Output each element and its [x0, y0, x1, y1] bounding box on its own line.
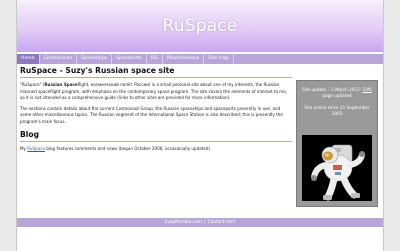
- nav-fill: [234, 54, 383, 64]
- intro-bold: Russian Space: [44, 82, 78, 87]
- intro-paragraph: "RuSpace" (Russian Spaceflight, космичес…: [20, 82, 292, 102]
- site-update-prefix: Site update – 3 March 2012:: [302, 87, 363, 92]
- tspk-link[interactable]: TsPK: [363, 87, 372, 92]
- main-content: RuSpace - Suzy's Russian space site "RuS…: [20, 66, 292, 153]
- astronaut-photo: [302, 135, 372, 201]
- nav-item-home[interactable]: Home: [17, 54, 40, 64]
- nav-item-spaceports[interactable]: Spaceports: [112, 54, 147, 64]
- site-update-line: Site update – 3 March 2012: TsPK page up…: [301, 87, 373, 99]
- main-nav: Home Cosmonauts Spaceships Spaceports IS…: [17, 54, 383, 64]
- nav-item-miscellaneous[interactable]: Miscellaneous: [163, 54, 205, 64]
- footer-home-link[interactable]: SuzyMcHale.com: [165, 220, 202, 225]
- site-title: RuSpace: [162, 16, 238, 36]
- site-header: RuSpace: [17, 0, 383, 52]
- intro-text-start: "RuSpace" (: [20, 82, 45, 87]
- blog-text-suffix: blog features comments and news (begun O…: [45, 146, 211, 151]
- footer-contact-link[interactable]: Contact me?: [208, 220, 236, 225]
- nav-item-cosmonauts[interactable]: Cosmonauts: [40, 54, 78, 64]
- nav-item-spaceships[interactable]: Spaceships: [77, 54, 112, 64]
- nav-item-site-map[interactable]: Site map: [204, 54, 234, 64]
- page: RuSpace Home Cosmonauts Spaceships Space…: [16, 0, 384, 251]
- site-online-line: Site online since 21 September 2003: [304, 105, 370, 116]
- blog-paragraph: My RuSpace blog features comments and ne…: [20, 146, 292, 153]
- site-update-suffix: page updated: [322, 93, 352, 98]
- astronaut-illustration: [302, 135, 372, 201]
- nav-item-iss[interactable]: ISS: [147, 54, 163, 64]
- page-heading: RuSpace - Suzy's Russian space site: [20, 66, 292, 78]
- site-footer: SuzyMcHale.com | Contact me?: [17, 218, 383, 227]
- sections-paragraph: The sections contain details about the c…: [20, 105, 283, 124]
- sidebar: Site update – 3 March 2012: TsPK page up…: [296, 80, 378, 207]
- blog-link[interactable]: RuSpace: [27, 146, 45, 151]
- blog-heading: Blog: [20, 130, 292, 142]
